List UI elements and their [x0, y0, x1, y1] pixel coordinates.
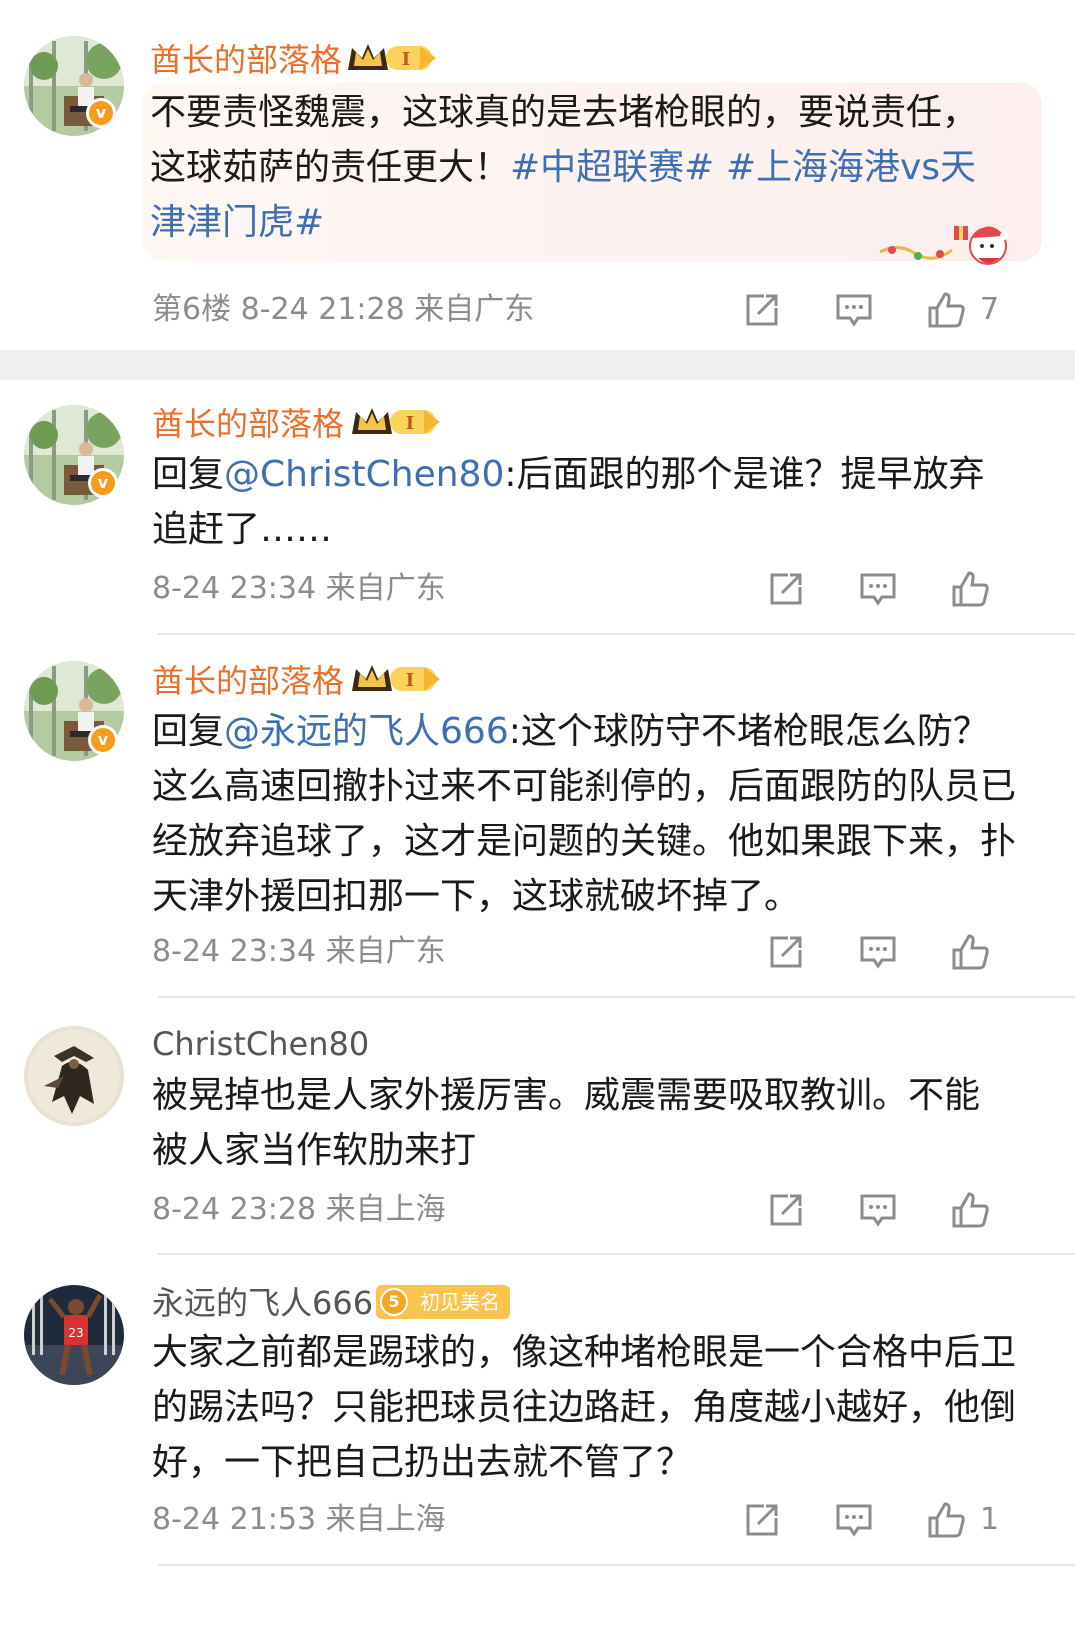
badge-label: 初见美名	[420, 1290, 500, 1314]
vip-crown-icon: I	[352, 408, 440, 434]
vip-crown-icon: I	[348, 44, 436, 70]
avatar[interactable]: 23	[24, 1285, 124, 1385]
comment-meta: 8-24 23:28 来自上海	[152, 1192, 446, 1227]
comment-text: 回复@永远的飞人666:这个球防守不堵枪眼怎么防？这么高速回撤扑过来不可能刹停的…	[152, 704, 1022, 924]
svg-text:I: I	[406, 413, 414, 434]
user-mention-link[interactable]: @ChristChen80	[224, 454, 504, 495]
repost-icon[interactable]	[742, 290, 782, 330]
fan-level-badge: 5 初见美名	[376, 1285, 510, 1319]
comment-meta: 8-24 23:34 来自广东	[152, 934, 446, 969]
username[interactable]: 酋长的部落格	[152, 404, 344, 444]
like-count: 7	[980, 292, 1000, 327]
comment-text: 大家之前都是踢球的，像这种堵枪眼是一个合格中后卫的踢法吗？只能把球员往边路赶，角…	[152, 1325, 1022, 1490]
comment-text-body: 大家之前都是踢球的，像这种堵枪眼是一个合格中后卫的踢法吗？只能把球员往边路赶，角…	[152, 1332, 1017, 1483]
username[interactable]: 永远的飞人666	[152, 1283, 373, 1323]
repost-icon[interactable]	[766, 569, 806, 609]
like-count: 1	[980, 1502, 1000, 1537]
comment-card: 23 永远的飞人666 5 初见美名 大家之前都是踢球的，像这种堵枪眼是一个合格…	[0, 1255, 1075, 1642]
comment-card: v 酋长的部落格 I 回复@ChristChen80:后面跟的那个是谁？提早放弃…	[0, 380, 1075, 635]
user-mention-link[interactable]: @永远的飞人666	[224, 711, 509, 752]
verified-badge-icon: v	[88, 725, 118, 755]
avatar[interactable]	[24, 1026, 124, 1126]
svg-text:I: I	[402, 49, 410, 70]
repost-icon[interactable]	[742, 1500, 782, 1540]
section-separator	[0, 350, 1075, 380]
reply-prefix: 回复	[152, 454, 225, 495]
comment-icon[interactable]	[858, 569, 898, 609]
comment-card: v 酋长的部落格 I 回复@永远的飞人666:这个球防守不堵枪眼怎么防？这么高速…	[0, 635, 1075, 997]
thumbs-up-icon[interactable]	[926, 1500, 966, 1540]
svg-text:I: I	[406, 670, 414, 691]
comment-text-body: 被晃掉也是人家外援厉害。威震需要吸取教训。不能被人家当作软肋来打	[152, 1075, 981, 1171]
comment-meta: 8-24 23:34 来自广东	[152, 571, 446, 606]
comment-icon[interactable]	[834, 1500, 874, 1540]
vip-crown-icon: I	[352, 665, 440, 691]
comment-card: v 酋长的部落格 I 不要责怪魏震，这球真的是去堵枪眼的，要说责任，这球茹萨的责…	[0, 0, 1075, 350]
svg-text:23: 23	[68, 1326, 83, 1340]
thumbs-up-icon[interactable]	[950, 1190, 990, 1230]
verified-badge-icon: v	[86, 98, 116, 128]
comment-text: 被晃掉也是人家外援厉害。威震需要吸取教训。不能被人家当作软肋来打	[152, 1068, 1012, 1178]
badge-level-number: 5	[380, 1288, 408, 1316]
comment-icon[interactable]	[858, 932, 898, 972]
comment-text: 回复@ChristChen80:后面跟的那个是谁？提早放弃追赶了……	[152, 447, 1012, 557]
topic-link[interactable]: #中超联赛#	[510, 147, 714, 188]
comment-meta: 第6楼 8-24 21:28 来自广东	[152, 292, 535, 327]
comment-icon[interactable]	[858, 1190, 898, 1230]
repost-icon[interactable]	[766, 1190, 806, 1230]
thumbs-up-icon[interactable]	[926, 290, 966, 330]
comment-card: ChristChen80 被晃掉也是人家外援厉害。威震需要吸取教训。不能被人家当…	[0, 998, 1075, 1253]
username[interactable]: 酋长的部落格	[152, 661, 344, 701]
divider	[158, 1564, 1075, 1566]
comment-meta: 8-24 21:53 来自上海	[152, 1502, 446, 1537]
username[interactable]: ChristChen80	[152, 1024, 369, 1064]
thumbs-up-icon[interactable]	[950, 932, 990, 972]
reply-prefix: 回复	[152, 711, 225, 752]
verified-badge-icon: v	[88, 468, 118, 498]
repost-icon[interactable]	[766, 932, 806, 972]
thumbs-up-icon[interactable]	[950, 569, 990, 609]
username[interactable]: 酋长的部落格	[150, 40, 342, 80]
comment-icon[interactable]	[834, 290, 874, 330]
comment-text: 不要责怪魏震，这球真的是去堵枪眼的，要说责任，这球茹萨的责任更大！#中超联赛# …	[150, 85, 1010, 250]
